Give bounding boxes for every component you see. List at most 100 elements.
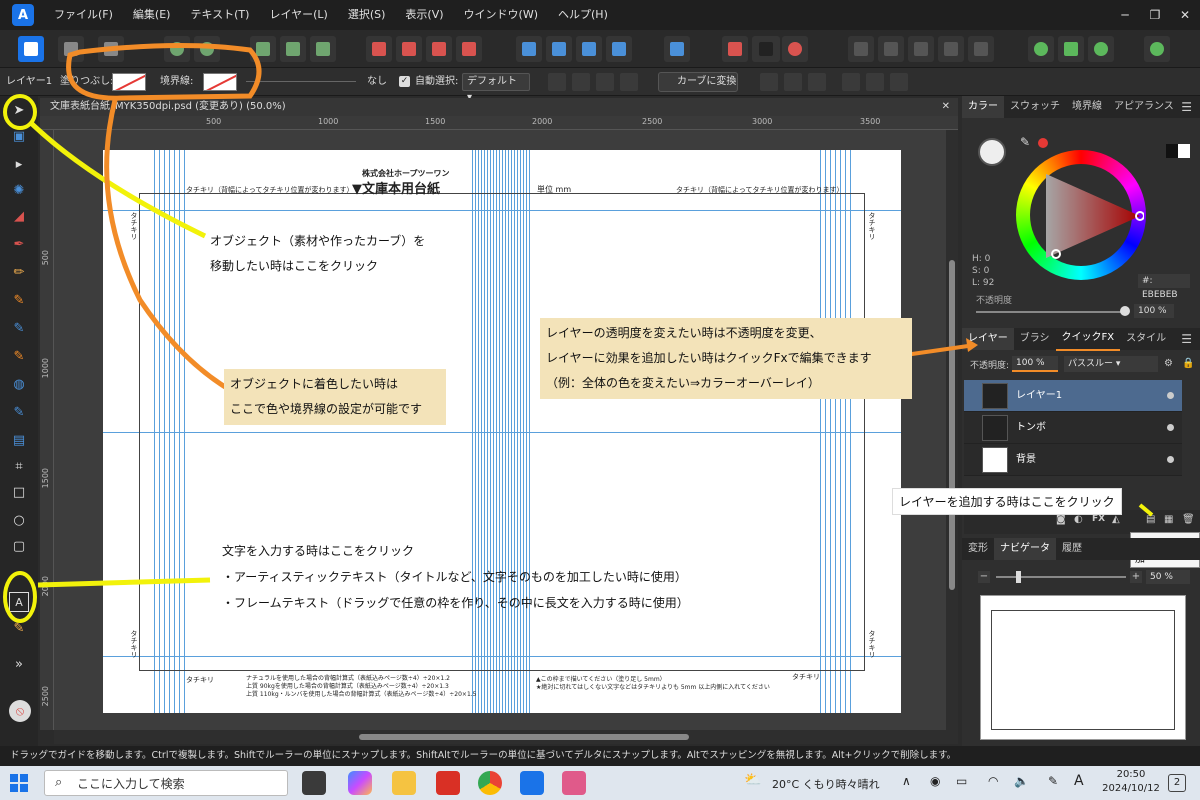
stock-icon[interactable]: [1058, 36, 1084, 62]
align-center-icon[interactable]: [784, 73, 802, 91]
tab-styles[interactable]: スタイル: [1120, 328, 1172, 350]
zoom-out-button[interactable]: −: [978, 571, 990, 583]
fill-swatch[interactable]: [112, 73, 146, 91]
fill-color-well[interactable]: [978, 138, 1006, 166]
node-tool-icon[interactable]: ▸: [9, 154, 29, 174]
tab-brushes[interactable]: ブラシ: [1014, 328, 1056, 350]
export-persona-button[interactable]: [98, 36, 124, 62]
contour-tool-icon[interactable]: ✺: [9, 180, 29, 200]
battery-icon[interactable]: ▭: [956, 774, 967, 788]
convert-to-curves-button[interactable]: カーブに変換: [658, 72, 738, 92]
boolean-add-icon[interactable]: [366, 36, 392, 62]
menu-help[interactable]: ヘルプ(H): [548, 0, 618, 30]
fill-bucket-icon[interactable]: ◍: [9, 374, 29, 394]
zoom-value[interactable]: 50 %: [1146, 570, 1190, 584]
corner-tool-icon[interactable]: ◢: [9, 206, 29, 226]
align-left-icon[interactable]: [760, 73, 778, 91]
align-icon[interactable]: [664, 36, 690, 62]
taskbar-search[interactable]: ⌕ ここに入力して検索: [44, 770, 288, 796]
align-right-icon[interactable]: [808, 73, 826, 91]
menu-file[interactable]: ファイル(F): [44, 0, 123, 30]
visibility-icon[interactable]: [1167, 456, 1174, 463]
auto-select-dropdown[interactable]: デフォルト ▾: [462, 73, 530, 103]
insert2-icon[interactable]: [878, 36, 904, 62]
close-window-icon[interactable]: ✕: [1170, 0, 1200, 30]
weather-text[interactable]: 20°C くもり時々晴れ: [772, 776, 880, 792]
layer-settings-icon[interactable]: ⚙: [1164, 358, 1173, 369]
menu-window[interactable]: ウインドウ(W): [454, 0, 548, 30]
zoom-in-button[interactable]: +: [1130, 571, 1142, 583]
tab-layers[interactable]: レイヤー: [962, 328, 1014, 350]
snap2-icon[interactable]: [280, 36, 306, 62]
bbox-icon[interactable]: [596, 73, 614, 91]
ruler-left[interactable]: 500 1000 1500 2000 2500: [40, 130, 54, 730]
boolean-xor-icon[interactable]: [456, 36, 482, 62]
tray-chevron-icon[interactable]: ∧: [902, 774, 911, 788]
ruler-top[interactable]: 500 1000 1500 2000 2500 3000 3500: [40, 116, 958, 130]
menu-edit[interactable]: 編集(E): [123, 0, 181, 30]
rounded-rect-tool-icon[interactable]: ▢: [9, 536, 29, 556]
menu-select[interactable]: 選択(S): [338, 0, 396, 30]
tab-transform[interactable]: 変形: [962, 538, 994, 560]
navigator-preview[interactable]: [980, 595, 1186, 740]
fill-tool-icon[interactable]: ✎: [9, 346, 29, 366]
more-tools-icon[interactable]: »: [9, 654, 29, 674]
settings-icon[interactable]: [164, 36, 190, 62]
delete-layer-icon[interactable]: 🗑: [1182, 514, 1195, 525]
color-triangle[interactable]: [1040, 170, 1144, 262]
arrange-back-icon[interactable]: [576, 36, 602, 62]
file-explorer-icon[interactable]: [392, 771, 416, 795]
rectangle-tool-icon[interactable]: □: [9, 482, 29, 502]
chrome-icon[interactable]: [478, 771, 502, 795]
insert4-icon[interactable]: [938, 36, 964, 62]
acrobat-icon[interactable]: [436, 771, 460, 795]
tab-history[interactable]: 履歴: [1056, 538, 1088, 560]
tab-stroke[interactable]: 境界線: [1066, 96, 1108, 118]
text-tool-icon[interactable]: A: [9, 592, 29, 612]
hex-input[interactable]: #: EBEBEB: [1138, 274, 1190, 300]
align-middle-icon[interactable]: [866, 73, 884, 91]
insert5-icon[interactable]: [968, 36, 994, 62]
panel-menu-icon[interactable]: ☰: [1181, 100, 1192, 114]
task-view-icon[interactable]: [302, 771, 326, 795]
layer-row[interactable]: トンボ: [964, 412, 1182, 444]
notification-badge[interactable]: 2: [1168, 774, 1186, 792]
pixel-persona-button[interactable]: [58, 36, 84, 62]
auto-select-checkbox[interactable]: ✓: [399, 76, 410, 87]
tab-appearance[interactable]: アピアランス: [1108, 96, 1180, 118]
opacity-slider-handle[interactable]: [1120, 306, 1130, 316]
menu-text[interactable]: テキスト(T): [180, 0, 259, 30]
align-bottom-icon[interactable]: [890, 73, 908, 91]
h-scroll-thumb[interactable]: [359, 734, 689, 740]
fx-icon[interactable]: FX: [1092, 514, 1105, 524]
tab-navigator[interactable]: ナビゲータ: [994, 538, 1056, 560]
stroke-width-slider[interactable]: [246, 81, 356, 82]
eyedropper-icon[interactable]: ✎: [1020, 135, 1034, 149]
live-filter-icon[interactable]: ◭: [1112, 514, 1120, 525]
weather-icon[interactable]: ⛅: [744, 772, 761, 788]
pencil-tool-icon[interactable]: ✏: [9, 262, 29, 282]
visibility-icon[interactable]: [1167, 392, 1174, 399]
opacity-input[interactable]: 100 %: [1134, 304, 1174, 318]
designer-persona-button[interactable]: [18, 36, 44, 62]
stroke-swatch[interactable]: [203, 73, 237, 91]
menu-view[interactable]: 表示(V): [395, 0, 453, 30]
flip-v-icon[interactable]: [546, 36, 572, 62]
artboard-tool-icon[interactable]: ▣: [9, 126, 29, 146]
blend-mode-dropdown[interactable]: パススルー ▾: [1064, 356, 1158, 372]
wifi-icon[interactable]: ◠: [988, 774, 998, 788]
bbox2-icon[interactable]: [620, 73, 638, 91]
flip-h-icon[interactable]: [516, 36, 542, 62]
arrange-front-icon[interactable]: [606, 36, 632, 62]
snap3-icon[interactable]: [310, 36, 336, 62]
ime-indicator[interactable]: A: [1074, 773, 1084, 789]
tab-quick-fx[interactable]: クイックFX: [1055, 327, 1121, 351]
tab-color[interactable]: カラー: [962, 96, 1004, 118]
clock-time[interactable]: 20:50: [1106, 769, 1156, 780]
add-layer-icon[interactable]: ▤: [1146, 514, 1155, 525]
magnet-icon[interactable]: [782, 36, 808, 62]
color-picker-icon[interactable]: ✎: [9, 618, 29, 638]
affinity-logo-icon[interactable]: A: [12, 4, 34, 26]
vertical-scrollbar[interactable]: [946, 130, 958, 730]
boolean-intersect-icon[interactable]: [426, 36, 452, 62]
